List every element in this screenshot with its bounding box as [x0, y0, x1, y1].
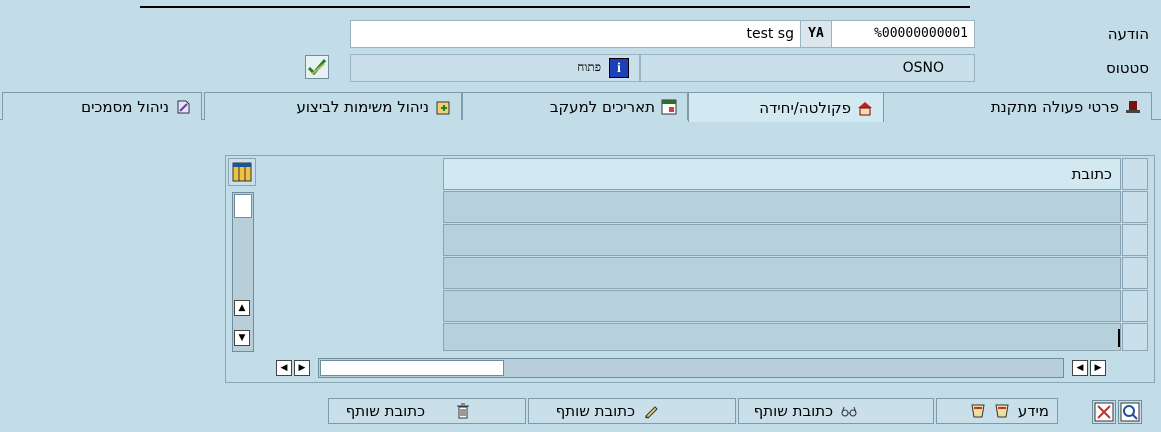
scroll-right-button-2[interactable]: ▶ — [1090, 360, 1106, 376]
hat-icon — [1126, 100, 1140, 113]
table-row[interactable] — [443, 290, 1121, 322]
column-header-label: כתובת — [1071, 165, 1112, 183]
task-icon — [436, 101, 450, 114]
row-selector[interactable] — [1122, 191, 1148, 223]
message-text: test sg — [746, 26, 794, 42]
tab-label: ניהול מסמכים — [81, 97, 169, 116]
tab-task-management[interactable]: ניהול משימות לביצוע — [204, 92, 462, 120]
vertical-scroll-thumb[interactable] — [234, 194, 252, 218]
status-text: פתוח — [577, 60, 601, 74]
status-value-cell: OSNO — [640, 54, 975, 82]
table-row[interactable] — [443, 224, 1121, 256]
tab-document-management[interactable]: ניהול מסמכים — [2, 92, 202, 120]
message-header-field[interactable]: test sg YA %00000000001 — [350, 20, 975, 48]
delete-partner-address-button[interactable]: כתובת שותף — [328, 398, 526, 424]
tab-faculty-unit[interactable]: פקולטה/יחידה — [688, 92, 884, 122]
scroll-up-button[interactable]: ▲ — [234, 300, 250, 316]
tools-icon — [1094, 402, 1114, 422]
status-value: OSNO — [902, 60, 944, 76]
check-icon — [307, 59, 327, 76]
status-label: סטטוס — [1105, 59, 1149, 77]
scroll-left-button-2[interactable]: ◀ — [1072, 360, 1088, 376]
tab-tracking-dates[interactable]: תאריכים למעקב — [462, 92, 688, 120]
tab-corrective-action[interactable]: פרטי פעולה מתקנת — [880, 92, 1152, 120]
column-header-address[interactable]: כתובת — [443, 158, 1121, 190]
check-button-wrap — [305, 54, 349, 82]
table-row[interactable] — [443, 257, 1121, 289]
info-doc-icon-2 — [995, 404, 1009, 418]
scroll-down-button[interactable]: ▼ — [234, 330, 250, 346]
settings-button[interactable] — [1092, 400, 1116, 424]
text-cursor — [1118, 329, 1120, 347]
zoom-button[interactable] — [1118, 400, 1142, 424]
message-number: %00000000001 — [874, 26, 968, 41]
select-all-cell[interactable] — [1122, 158, 1148, 190]
info-icon[interactable]: i — [609, 58, 629, 78]
display-partner-address-button[interactable]: כתובת שותף — [738, 398, 934, 424]
button-label: כתובת שותף — [555, 402, 635, 420]
horizontal-scroll-thumb[interactable] — [320, 360, 504, 376]
row-selector[interactable] — [1122, 224, 1148, 256]
scroll-right-button[interactable]: ▶ — [294, 360, 310, 376]
edit-partner-address-button[interactable]: כתובת שותף — [528, 398, 736, 424]
check-button[interactable] — [305, 55, 329, 79]
horizontal-scrollbar[interactable] — [318, 358, 1064, 378]
tab-label: ניהול משימות לביצוע — [296, 97, 429, 116]
table-row[interactable] — [443, 191, 1121, 223]
calendar-icon — [661, 99, 677, 114]
scroll-left-button[interactable]: ◀ — [276, 360, 292, 376]
status-label-cell: סטטוס — [975, 54, 1161, 82]
row-selector[interactable] — [1122, 290, 1148, 322]
pencil-icon — [645, 406, 658, 419]
glasses-icon — [841, 406, 857, 417]
row-selector[interactable] — [1122, 257, 1148, 289]
tab-label: פקולטה/יחידה — [759, 98, 851, 117]
info-doc-icon-1 — [971, 404, 985, 418]
trash-icon — [457, 403, 469, 419]
table-settings-icon — [232, 162, 252, 182]
magnifier-icon — [1120, 402, 1140, 422]
document-icon — [177, 100, 190, 113]
info-button-label: מידע — [1017, 402, 1049, 420]
status-text-cell: i פתוח — [350, 54, 640, 82]
house-icon — [858, 101, 872, 115]
column-config-button[interactable] — [228, 158, 256, 186]
tab-label: פרטי פעולה מתקנת — [990, 97, 1119, 116]
message-label-cell: הודעה — [975, 20, 1161, 48]
button-label: כתובת שותף — [753, 402, 833, 420]
tab-label: תאריכים למעקב — [549, 97, 655, 116]
table-row[interactable] — [443, 323, 1121, 351]
row-selector[interactable] — [1122, 323, 1148, 351]
button-label: כתובת שותף — [345, 402, 425, 420]
top-divider — [140, 6, 970, 8]
vertical-scrollbar[interactable] — [232, 192, 254, 352]
info-button[interactable]: מידע — [936, 398, 1058, 424]
message-code: YA — [800, 21, 832, 47]
message-label: הודעה — [1107, 25, 1149, 43]
